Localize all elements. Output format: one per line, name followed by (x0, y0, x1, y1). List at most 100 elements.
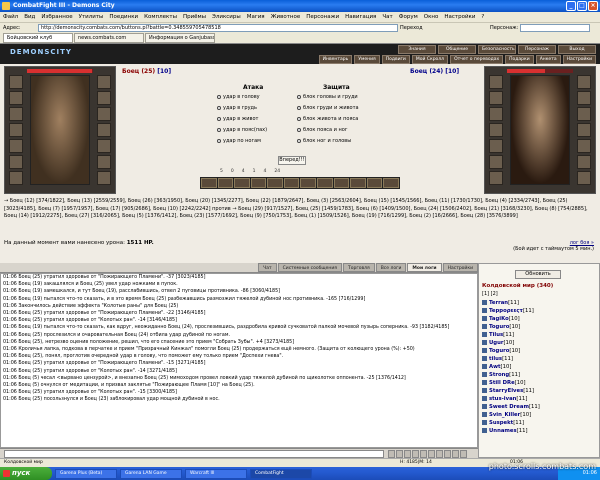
equip-slot[interactable] (97, 75, 111, 89)
equip-slot[interactable] (9, 155, 23, 169)
ability-slot[interactable] (366, 178, 383, 188)
defense-option[interactable]: блок пояса и ног (297, 127, 347, 133)
user-item[interactable]: Suspekt[11] (482, 419, 598, 427)
nav-knowledge[interactable]: Знания (398, 45, 436, 54)
nav-deeds[interactable]: Подвиги (381, 55, 410, 64)
equip-slot[interactable] (489, 139, 503, 153)
equip-slot[interactable] (97, 171, 111, 185)
menu-item[interactable]: Животное (271, 12, 301, 22)
nav-social[interactable]: Общение (438, 45, 476, 54)
chat-input[interactable] (4, 450, 384, 458)
user-item[interactable]: stus-ivan[11] (482, 395, 598, 403)
nav-exit[interactable]: Выход (558, 45, 596, 54)
chat-tool-button[interactable] (428, 450, 435, 458)
nav-transfers[interactable]: Отчет о переводах (450, 55, 504, 64)
chat-tool-button[interactable] (452, 450, 459, 458)
ability-slot[interactable] (333, 178, 350, 188)
equip-slot[interactable] (489, 91, 503, 105)
menu-item[interactable]: Окно (424, 12, 439, 22)
nav-skills[interactable]: Умения (354, 55, 380, 64)
chat-tool-button[interactable] (396, 450, 403, 458)
user-item[interactable]: Terran[11] (482, 299, 598, 307)
user-item[interactable]: TagiKo[10] (482, 315, 598, 323)
user-item[interactable]: Tilus[11] (482, 331, 598, 339)
tab-chat[interactable]: Чат (258, 263, 277, 272)
taskbar-item[interactable]: Warcraft III (185, 468, 247, 479)
taskbar-item[interactable]: Garena LAN Game (120, 468, 182, 479)
defense-option[interactable]: блок ног и головы (297, 138, 351, 144)
chat-tool-button[interactable] (412, 450, 419, 458)
chat-tool-button[interactable] (404, 450, 411, 458)
user-item[interactable]: Strong[11] (482, 371, 598, 379)
menu-item[interactable]: Персонажи (306, 12, 339, 22)
menu-item[interactable]: Файл (3, 12, 18, 22)
menu-item[interactable]: Навигация (345, 12, 376, 22)
equip-slot[interactable] (9, 171, 23, 185)
nav-settings[interactable]: Настройки (562, 55, 596, 64)
equip-slot[interactable] (9, 107, 23, 121)
menu-item[interactable]: Избранное (41, 12, 72, 22)
equip-slot[interactable] (97, 91, 111, 105)
user-item[interactable]: Toguro[10] (482, 323, 598, 331)
nav-character[interactable]: Персонаж (518, 45, 556, 54)
defense-option[interactable]: блок головы и груди (297, 94, 358, 100)
equip-slot[interactable] (97, 139, 111, 153)
user-item[interactable]: Unnames[11] (482, 427, 598, 435)
menu-item[interactable]: Магия (247, 12, 265, 22)
tab-trade[interactable]: Торговля (342, 263, 375, 272)
ability-slot[interactable] (267, 178, 283, 188)
menu-item[interactable]: Форум (399, 12, 418, 22)
ability-slot[interactable] (217, 178, 234, 188)
equip-slot[interactable] (97, 155, 111, 169)
refresh-button[interactable]: Обновить (515, 270, 561, 279)
address-input[interactable]: http://demonscity.combats.com/buttons.pl… (38, 24, 398, 32)
forward-button[interactable]: Вперед!!! (278, 156, 306, 165)
menu-item[interactable]: Чат (382, 12, 392, 22)
ability-slot[interactable] (283, 178, 300, 188)
tab-log-settings[interactable]: Настройки (442, 263, 478, 272)
user-item[interactable]: Sweet Dream[11] (482, 403, 598, 411)
attack-option[interactable]: удар по ногам (217, 138, 261, 144)
menu-item[interactable]: Настройки (444, 12, 475, 22)
nav-inventory[interactable]: Инвентарь (318, 55, 353, 64)
equip-slot[interactable] (489, 171, 503, 185)
user-item[interactable]: tilus[11] (482, 355, 598, 363)
minimize-button[interactable]: _ (566, 1, 576, 11)
user-item[interactable]: Toguro[10] (482, 347, 598, 355)
character-input[interactable] (520, 24, 590, 32)
tab-info[interactable]: Информация о Ganjubasses (145, 33, 215, 43)
ability-slot[interactable] (300, 178, 317, 188)
chat-tool-button[interactable] (460, 450, 467, 458)
equip-slot[interactable] (489, 123, 503, 137)
chat-tool-button[interactable] (444, 450, 451, 458)
equip-slot[interactable] (577, 91, 591, 105)
equip-slot[interactable] (97, 123, 111, 137)
menu-item[interactable]: ? (481, 12, 484, 22)
tab-news[interactable]: news.combats.com (74, 33, 144, 43)
menu-item[interactable]: Поединки (109, 12, 138, 22)
equip-slot[interactable] (577, 171, 591, 185)
ability-slot[interactable] (250, 178, 267, 188)
user-item[interactable]: StarryElves[11] (482, 387, 598, 395)
equip-slot[interactable] (97, 107, 111, 121)
equip-slot[interactable] (9, 123, 23, 137)
equip-slot[interactable] (9, 139, 23, 153)
chat-tool-button[interactable] (420, 450, 427, 458)
user-item[interactable]: Ugur[10] (482, 339, 598, 347)
defense-option[interactable]: блок груди и живота (297, 105, 359, 111)
ability-slot[interactable] (201, 178, 217, 188)
ability-slot[interactable] (234, 178, 250, 188)
tab-club[interactable]: Бойцовский клуб (3, 33, 73, 43)
equip-slot[interactable] (489, 155, 503, 169)
chat-tool-button[interactable] (436, 450, 443, 458)
user-item[interactable]: Teppoρεεςτ[11] (482, 307, 598, 315)
nav-profile[interactable]: Анкета (535, 55, 561, 64)
start-button[interactable]: пуск (0, 467, 52, 480)
nav-scroll[interactable]: Мой Скролл (411, 55, 449, 64)
user-pages[interactable]: [1] [2] (482, 291, 498, 297)
nav-gifts[interactable]: Подарки (505, 55, 534, 64)
equip-slot[interactable] (577, 155, 591, 169)
tab-all-logs[interactable]: Все логи (375, 263, 407, 272)
attack-option[interactable]: удар в грудь (217, 105, 257, 111)
equip-slot[interactable] (489, 75, 503, 89)
